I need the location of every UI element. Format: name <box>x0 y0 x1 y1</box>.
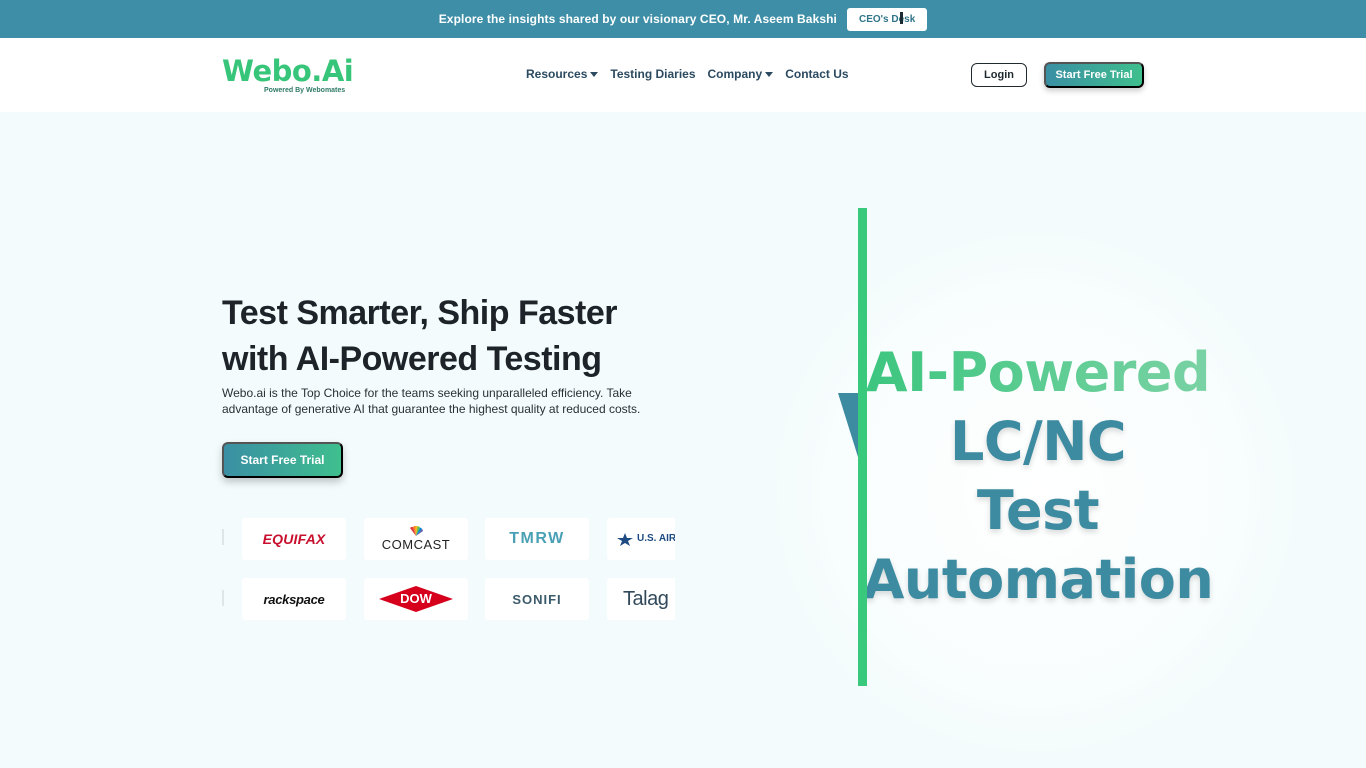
client-logo-text: SONIFI <box>512 591 562 607</box>
nav-links: Resources Testing Diaries Company Contac… <box>526 67 849 81</box>
hero-description: Webo.ai is the Top Choice for the teams … <box>222 386 641 416</box>
client-logo-dow: DOW <box>364 578 468 620</box>
caret-down-icon <box>765 71 774 77</box>
client-logo-comcast: COMCAST <box>364 518 468 560</box>
dow-diamond: DOW <box>378 585 454 613</box>
client-logo-text: U.S. AIR FO <box>637 533 675 544</box>
client-logo-usaf-inner: U.S. AIR FO <box>617 532 675 546</box>
brand-name: Webo.Ai <box>222 54 354 88</box>
client-logo-sonifi: SONIFI <box>485 578 589 620</box>
caret-down-icon <box>590 71 599 77</box>
nav-item-testing-diaries[interactable]: Testing Diaries <box>610 67 695 81</box>
brand-tagline: Powered By Webomates <box>264 87 346 94</box>
ceo-desk-button[interactable]: CEO's Desk <box>846 7 928 31</box>
hero-title-line-1: Test Smarter, Ship Faster <box>222 294 618 332</box>
nav-item-label: Contact Us <box>785 67 849 81</box>
nav-item-label: Resources <box>526 67 588 81</box>
brand-logo[interactable]: Webo.Ai Powered By Webomates <box>222 56 362 96</box>
nav-item-label: Testing Diaries <box>610 67 696 81</box>
announcement-bar: Explore the insights shared by our visio… <box>0 0 1366 38</box>
client-logo-text: rackspace <box>263 591 325 607</box>
client-logo-text: DOW <box>400 591 432 606</box>
air-force-wings-icon <box>617 533 633 546</box>
announcement-text: Explore the insights shared by our visio… <box>438 12 837 26</box>
hero-art-line-3: Test <box>976 479 1100 542</box>
client-logo-usaf: U.S. AIR FO <box>607 518 675 560</box>
hero-art-line-4: Automation <box>862 548 1214 611</box>
nav-item-resources[interactable]: Resources <box>526 67 599 81</box>
hero-title-line-2: with AI-Powered Testing <box>222 340 602 378</box>
carousel-edge <box>222 529 224 545</box>
announcement-cursor-mark <box>900 12 903 24</box>
client-logo-equifax: EQUIFAX <box>242 518 346 560</box>
client-logo-text: TMRW <box>509 530 565 547</box>
client-logo-carousel: EQUIFAX COMCAST TMRW U.S. AIR FO rackspa… <box>222 516 675 622</box>
nav-item-company[interactable]: Company <box>708 67 774 81</box>
nav-item-label: Company <box>707 67 763 81</box>
client-logo-text: EQUIFAX <box>262 531 326 547</box>
header-start-trial-button[interactable]: Start Free Trial <box>1044 62 1144 88</box>
carousel-edge <box>222 590 224 606</box>
hero-title: Test Smarter, Ship Faster with AI-Powere… <box>222 290 702 382</box>
client-logo-text: Talag <box>623 587 669 610</box>
client-logo-rackspace: rackspace <box>242 578 346 620</box>
hero-art-typing-bar <box>858 208 867 686</box>
client-logo-tmrw: TMRW <box>485 518 589 560</box>
main-navbar: Webo.Ai Powered By Webomates Resources T… <box>0 38 1366 112</box>
hero-art-headline: AI-Powered LC/NC Test Automation <box>838 338 1238 614</box>
nav-item-contact-us[interactable]: Contact Us <box>785 67 848 81</box>
client-logo-text: COMCAST <box>381 536 451 552</box>
hero-art-line-1: AI-Powered <box>838 338 1238 407</box>
peacock-icon <box>410 526 423 536</box>
hero-start-trial-button[interactable]: Start Free Trial <box>222 442 343 478</box>
login-button[interactable]: Login <box>971 63 1027 87</box>
client-logo-talag: Talag <box>607 578 675 620</box>
hero-art-line-2: LC/NC <box>949 410 1127 473</box>
